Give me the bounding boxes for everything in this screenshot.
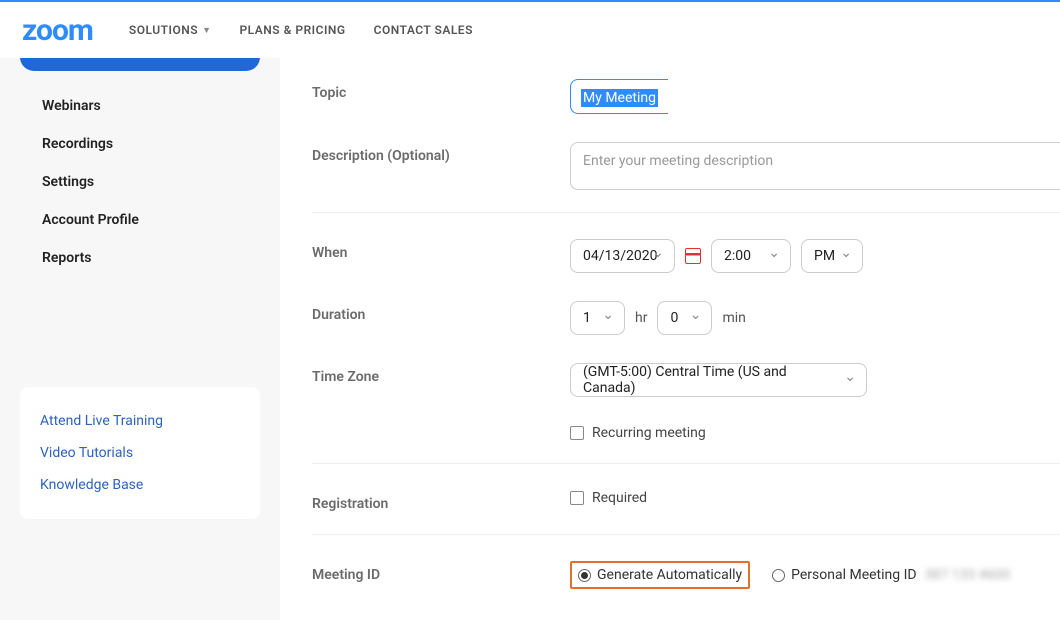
time-select[interactable]: 2:00 [711,239,791,273]
description-input[interactable]: Enter your meeting description [570,142,1060,190]
nav-plans[interactable]: PLANS & PRICING [239,23,345,37]
date-input[interactable]: 04/13/2020 [570,239,675,273]
zoom-logo[interactable]: zoom [22,13,93,48]
required-label: Required [592,490,647,506]
nav-solutions[interactable]: SOLUTIONS▼ [129,23,212,37]
timezone-select[interactable]: (GMT-5:00) Central Time (US and Canada) [570,363,867,397]
radio-off-icon [772,569,785,582]
help-video-tutorials[interactable]: Video Tutorials [40,437,240,469]
caret-down-icon: ▼ [202,25,211,36]
duration-hr-select[interactable]: 1 [570,301,625,335]
help-knowledge-base[interactable]: Knowledge Base [40,469,240,501]
generate-auto-label: Generate Automatically [597,567,742,583]
label-meetingid: Meeting ID [312,561,570,583]
topic-input[interactable]: My Meeting [570,79,668,114]
pmi-number: 387 133 4600 [925,567,1011,583]
label-description: Description (Optional) [312,142,570,164]
required-checkbox[interactable]: Required [570,490,647,506]
help-card: Attend Live Training Video Tutorials Kno… [20,387,260,519]
calendar-icon[interactable] [685,248,701,264]
topic-value: My Meeting [581,89,658,107]
duration-min-select[interactable]: 0 [657,301,712,335]
recurring-checkbox[interactable]: Recurring meeting [570,425,706,441]
help-live-training[interactable]: Attend Live Training [40,405,240,437]
radio-on-icon [578,569,591,582]
recurring-label: Recurring meeting [592,425,706,441]
label-when: When [312,239,570,261]
main-panel: My Meetings Schedule a Meeting Schedule … [280,2,1060,620]
min-unit: min [722,310,745,326]
sidebar-item-webinars[interactable]: Webinars [20,87,260,125]
top-bar: zoom SOLUTIONS▼ PLANS & PRICING CONTACT … [0,2,1060,58]
label-registration: Registration [312,490,570,512]
sidebar-item-recordings[interactable]: Recordings [20,125,260,163]
nav-contact[interactable]: CONTACT SALES [374,23,473,37]
label-duration: Duration [312,301,570,323]
hr-unit: hr [635,310,647,326]
sidebar-item-settings[interactable]: Settings [20,163,260,201]
generate-auto-radio[interactable]: Generate Automatically [578,567,742,583]
personal-meeting-id-radio[interactable]: Personal Meeting ID 387 133 4600 [772,567,1010,583]
sidebar-item-reports[interactable]: Reports [20,239,260,277]
sidebar: Profile Webinars Recordings Settings Acc… [0,2,280,620]
label-topic: Topic [312,79,570,101]
ampm-select[interactable]: PM [801,239,863,273]
top-nav: SOLUTIONS▼ PLANS & PRICING CONTACT SALES [129,23,473,37]
label-timezone: Time Zone [312,363,570,385]
checkbox-icon [570,426,584,440]
sidebar-item-account-profile[interactable]: Account Profile [20,201,260,239]
checkbox-icon [570,491,584,505]
pmi-label: Personal Meeting ID [791,567,916,583]
